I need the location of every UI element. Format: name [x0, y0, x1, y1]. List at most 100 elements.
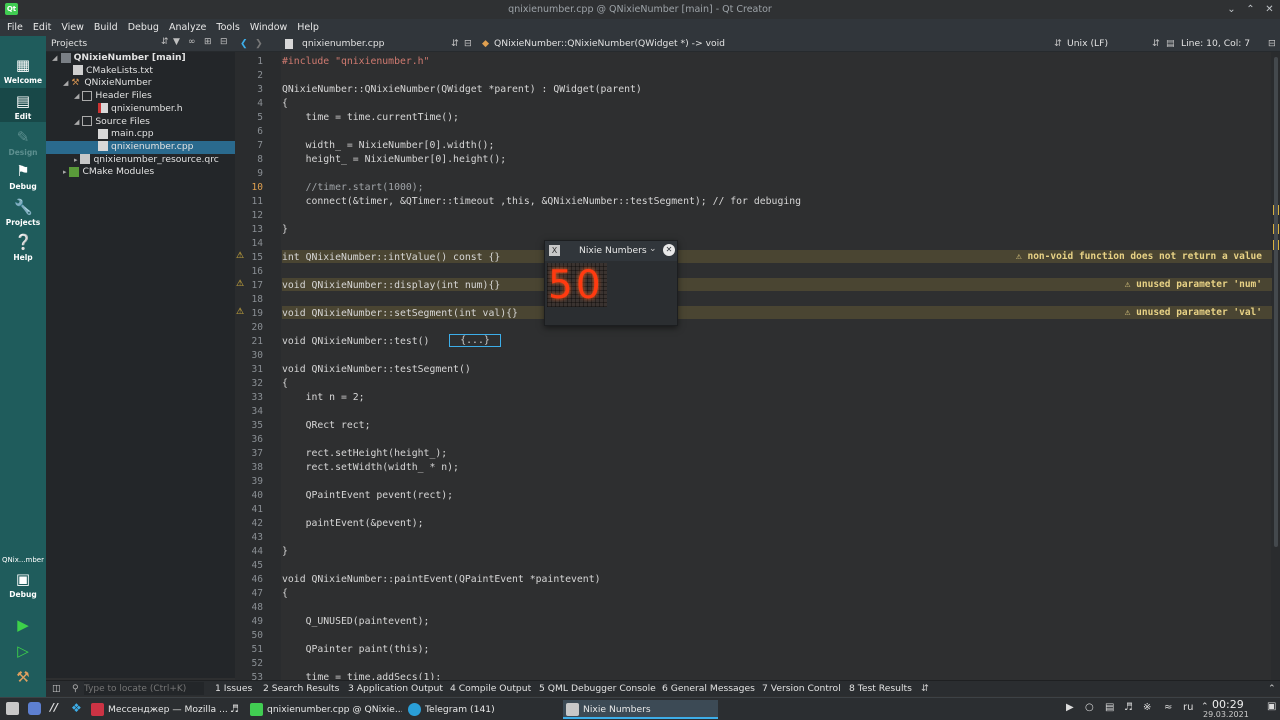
code-line[interactable]: void QNixieNumber::paintEvent(QPaintEven…: [282, 574, 601, 585]
tab-compile-output[interactable]: 4 Compile Output: [450, 681, 531, 696]
vscode-icon[interactable]: ❖: [71, 701, 82, 715]
tree-item-target[interactable]: ◢ ⚒ QNixieNumber: [63, 77, 152, 90]
code-line[interactable]: }: [282, 546, 288, 557]
task-nixie-numbers[interactable]: Nixie Numbers: [563, 700, 718, 719]
media-icon[interactable]: ▶: [1066, 702, 1074, 713]
code-line[interactable]: height_ = NixieNumber[0].height();: [282, 154, 507, 165]
code-line[interactable]: rect.setWidth(width_ * n);: [282, 462, 459, 473]
code-line[interactable]: void QNixieNumber::display(int num){}: [282, 280, 500, 291]
code-line[interactable]: int QNixieNumber::intValue() const {}: [282, 252, 500, 263]
discord-icon[interactable]: [28, 702, 41, 715]
code-line[interactable]: time = time.currentTime();: [282, 112, 459, 123]
cursor-position[interactable]: Line: 10, Col: 7: [1181, 36, 1250, 52]
code-line[interactable]: QNixieNumber::QNixieNumber(QWidget *pare…: [282, 84, 642, 95]
line-ending-selector[interactable]: Unix (LF): [1067, 36, 1108, 52]
tab-test-results[interactable]: 8 Test Results: [849, 681, 912, 696]
editor-scrollbar[interactable]: [1271, 52, 1280, 682]
close-icon[interactable]: ✕: [1263, 3, 1276, 16]
more-tabs-icon[interactable]: ⇵: [921, 681, 929, 696]
menu-view[interactable]: View: [56, 19, 89, 36]
code-line[interactable]: width_ = NixieNumber[0].width();: [282, 140, 495, 151]
tree-item-project[interactable]: ◢ QNixieNumber [main]: [52, 52, 186, 65]
chevron-down-icon[interactable]: ⌄: [649, 244, 657, 254]
tab-qml-debugger-console[interactable]: 5 QML Debugger Console: [539, 681, 656, 696]
popup-close-icon[interactable]: ✕: [663, 244, 675, 256]
toggle-sidebar-icon[interactable]: ◫: [52, 681, 61, 696]
menu-debug[interactable]: Debug: [123, 19, 164, 36]
tree-item-source-files[interactable]: ◢ Source Files: [74, 116, 150, 129]
app-icon[interactable]: //: [50, 701, 58, 714]
folded-block-marker[interactable]: {...}: [449, 334, 501, 347]
menu-build[interactable]: Build: [89, 19, 123, 36]
tree-item-header[interactable]: qnixienumber.h: [98, 103, 183, 116]
code-line[interactable]: paintEvent(&pevent);: [282, 518, 424, 529]
code-line[interactable]: QPaintEvent pevent(rect);: [282, 490, 453, 501]
code-line[interactable]: {: [282, 98, 288, 109]
clock-date[interactable]: 29.03.2021: [1203, 710, 1249, 719]
mode-debug[interactable]: ⚑ Debug: [0, 162, 46, 191]
filter-icon[interactable]: ▼: [173, 37, 180, 47]
task-qt-creator[interactable]: qnixienumber.cpp @ QNixie...: [247, 700, 402, 719]
app-launcher-icon[interactable]: [6, 702, 19, 715]
projects-view-selector[interactable]: ⇵: [161, 37, 169, 47]
locator-input[interactable]: [84, 682, 204, 695]
code-line[interactable]: {: [282, 588, 288, 599]
mode-projects[interactable]: 🔧 Projects: [0, 198, 46, 227]
tree-item-cmakelists[interactable]: CMakeLists.txt: [73, 65, 153, 78]
tree-item-main[interactable]: main.cpp: [98, 128, 154, 141]
code-line[interactable]: int n = 2;: [282, 392, 365, 403]
tab-general-messages[interactable]: 6 General Messages: [662, 681, 755, 696]
run-button[interactable]: ▶: [0, 616, 46, 634]
minimize-icon[interactable]: ⌄: [1225, 3, 1238, 16]
code-line[interactable]: {: [282, 378, 288, 389]
forward-icon[interactable]: ❯: [255, 36, 263, 52]
task-telegram[interactable]: Telegram (141): [405, 700, 560, 719]
build-button[interactable]: ⚒: [0, 668, 46, 686]
menu-help[interactable]: Help: [292, 19, 324, 36]
code-line[interactable]: void QNixieNumber::test(): [282, 336, 435, 347]
close-panel-icon[interactable]: ⊟: [220, 37, 228, 47]
menu-file[interactable]: File: [2, 19, 28, 36]
tree-item-qnixienumber-cpp[interactable]: qnixienumber.cpp: [46, 140, 235, 154]
open-file-selector[interactable]: qnixienumber.cpp: [302, 36, 385, 52]
tree-item-cmake-modules[interactable]: ▸ CMake Modules: [63, 166, 154, 179]
bookmark-icon[interactable]: ▤: [1166, 36, 1175, 52]
tab-search-results[interactable]: 2 Search Results: [263, 681, 339, 696]
code-line[interactable]: rect.setHeight(height_);: [282, 448, 448, 459]
tree-item-header-files[interactable]: ◢ Header Files: [74, 90, 152, 103]
maximize-icon[interactable]: ⌃: [1244, 3, 1257, 16]
keyboard-layout[interactable]: ru: [1183, 702, 1193, 713]
tray-icon[interactable]: ○: [1085, 702, 1094, 713]
debug-run-button[interactable]: ▷: [0, 642, 46, 660]
mode-help[interactable]: ❔ Help: [0, 233, 46, 262]
maximize-pane-icon[interactable]: ⌃: [1268, 681, 1276, 696]
clipboard-icon[interactable]: ▤: [1105, 702, 1114, 713]
split-editor-icon[interactable]: ⊟: [1268, 36, 1276, 52]
code-line[interactable]: #include "qnixienumber.h": [282, 56, 429, 67]
symbol-dropdown-icon[interactable]: ⇵: [1054, 36, 1062, 52]
line-ending-dropdown-icon[interactable]: ⇵: [1152, 36, 1160, 52]
back-icon[interactable]: ❮: [240, 36, 248, 52]
kit-selector[interactable]: ▣ Debug: [0, 570, 46, 599]
mode-edit[interactable]: ▤ Edit: [0, 88, 46, 122]
menu-edit[interactable]: Edit: [28, 19, 56, 36]
menu-window[interactable]: Window: [245, 19, 292, 36]
code-line[interactable]: connect(&timer, &QTimer::timeout ,this, …: [282, 196, 801, 207]
menu-analyze[interactable]: Analyze: [164, 19, 211, 36]
volume-icon[interactable]: ♬: [1124, 702, 1133, 713]
code-line[interactable]: void QNixieNumber::testSegment(): [282, 364, 471, 375]
link-icon[interactable]: ∞: [188, 37, 196, 47]
code-line[interactable]: void QNixieNumber::setSegment(int val){}: [282, 308, 518, 319]
mode-design[interactable]: ✎ Design: [0, 128, 46, 157]
tab-application-output[interactable]: 3 Application Output: [348, 681, 443, 696]
scroll-thumb[interactable]: [1274, 57, 1278, 547]
menu-tools[interactable]: Tools: [211, 19, 244, 36]
code-line[interactable]: Q_UNUSED(paintevent);: [282, 616, 430, 627]
code-line[interactable]: QPainter paint(this);: [282, 644, 430, 655]
code-line[interactable]: }: [282, 224, 288, 235]
close-document-icon[interactable]: ⊟: [464, 36, 472, 52]
tree-item-resource[interactable]: ▸ qnixienumber_resource.qrc: [74, 154, 219, 167]
bluetooth-icon[interactable]: ※: [1143, 702, 1151, 713]
file-dropdown-icon[interactable]: ⇵: [451, 36, 459, 52]
show-desktop-icon[interactable]: ▣: [1267, 701, 1276, 712]
